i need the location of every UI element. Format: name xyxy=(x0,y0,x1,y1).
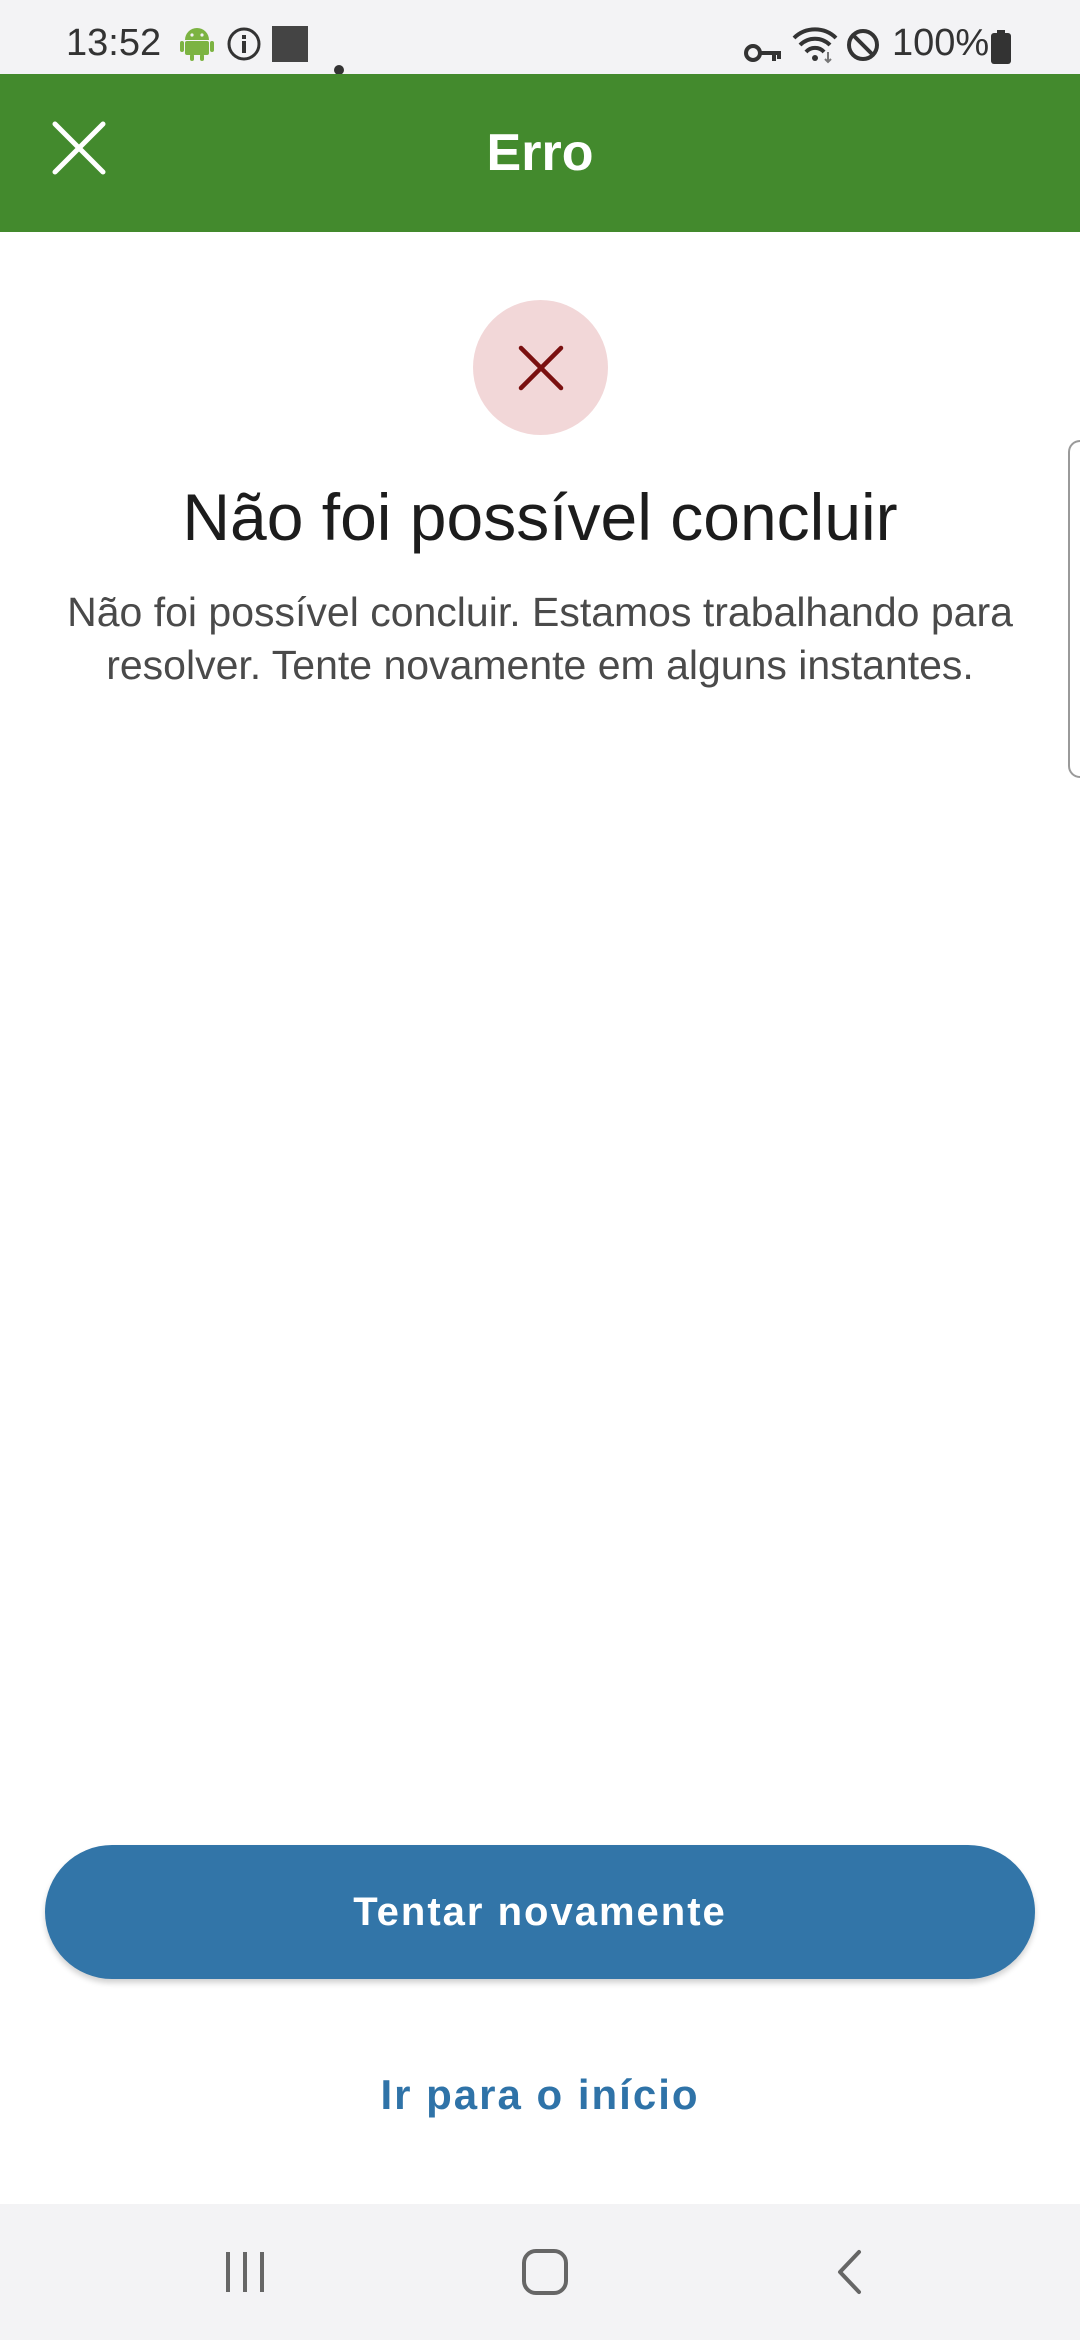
status-time: 13:52 xyxy=(66,22,162,64)
recents-icon xyxy=(226,2252,264,2292)
page-title: Erro xyxy=(486,124,594,182)
error-x-icon xyxy=(518,345,563,390)
do-not-disturb-icon xyxy=(846,28,880,72)
retry-button[interactable]: Tentar novamente xyxy=(45,1845,1035,1979)
android-icon xyxy=(180,26,214,72)
back-button[interactable] xyxy=(804,2234,894,2310)
battery-icon xyxy=(990,30,1012,74)
system-nav-bar xyxy=(0,2204,1080,2340)
back-icon xyxy=(838,2250,861,2294)
side-panel-handle[interactable] xyxy=(1068,440,1080,778)
error-status-badge xyxy=(473,300,608,435)
go-home-link[interactable]: Ir para o início xyxy=(0,2060,1080,2130)
app-bar: Erro xyxy=(0,74,1080,232)
home-icon xyxy=(522,2249,568,2295)
square-icon xyxy=(272,26,308,72)
recents-button[interactable] xyxy=(200,2234,290,2310)
status-bar: 13:52 100% xyxy=(0,0,1080,75)
info-icon xyxy=(226,26,262,72)
wifi-icon xyxy=(792,26,838,74)
error-description: Não foi possível concluir. Estamos traba… xyxy=(67,589,1013,688)
vpn-key-icon xyxy=(744,32,782,75)
battery-level: 100% xyxy=(892,22,990,64)
home-button[interactable] xyxy=(500,2234,590,2310)
error-headline: Não foi possível concluir xyxy=(182,480,898,554)
